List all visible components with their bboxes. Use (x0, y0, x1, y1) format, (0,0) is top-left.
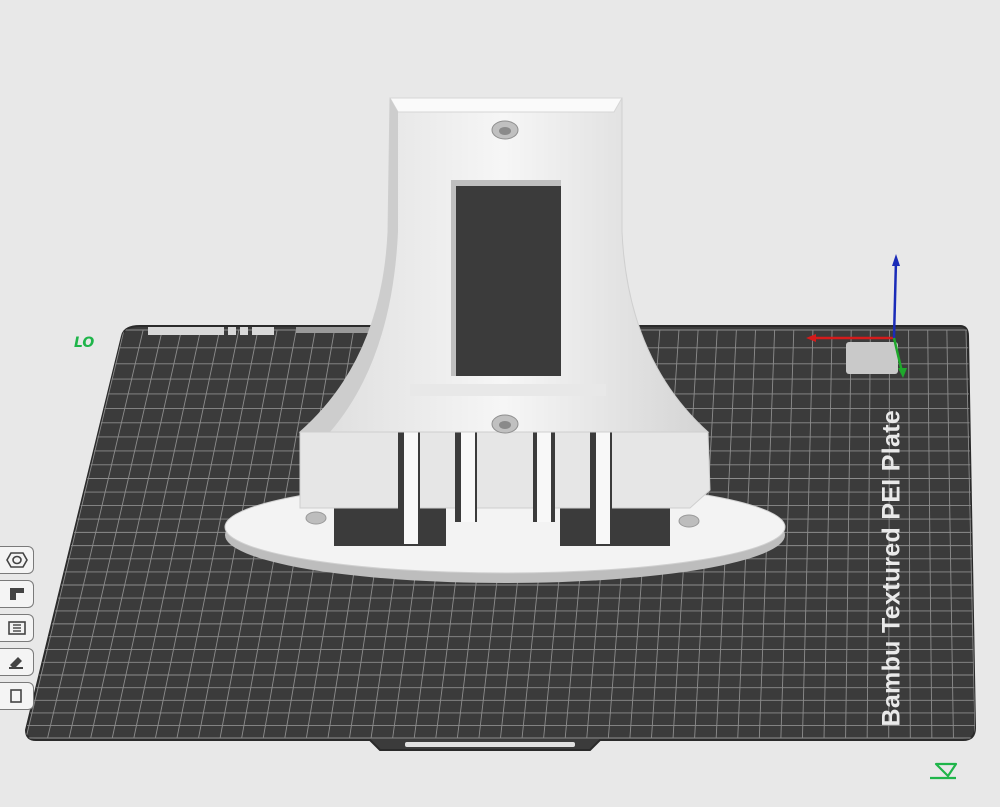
plate-number[interactable]: LO (74, 335, 94, 351)
plate-logo (148, 327, 224, 335)
left-toolbar (0, 546, 40, 716)
plate-handle (405, 742, 575, 747)
z-axis-arrow (892, 254, 900, 266)
seam-icon[interactable] (0, 614, 34, 642)
nut-icon[interactable] (0, 546, 34, 574)
assemble-view-icon[interactable] (926, 760, 962, 787)
plate-corner-block (846, 342, 898, 374)
support-icon[interactable] (0, 580, 34, 608)
measure-icon[interactable] (0, 682, 34, 710)
plate-type-label: Bambu Textured PEI Plate (877, 409, 906, 727)
paint-icon[interactable] (0, 648, 34, 676)
3d-viewport[interactable]: Bambu Textured PEI Plate LO (0, 0, 1000, 802)
